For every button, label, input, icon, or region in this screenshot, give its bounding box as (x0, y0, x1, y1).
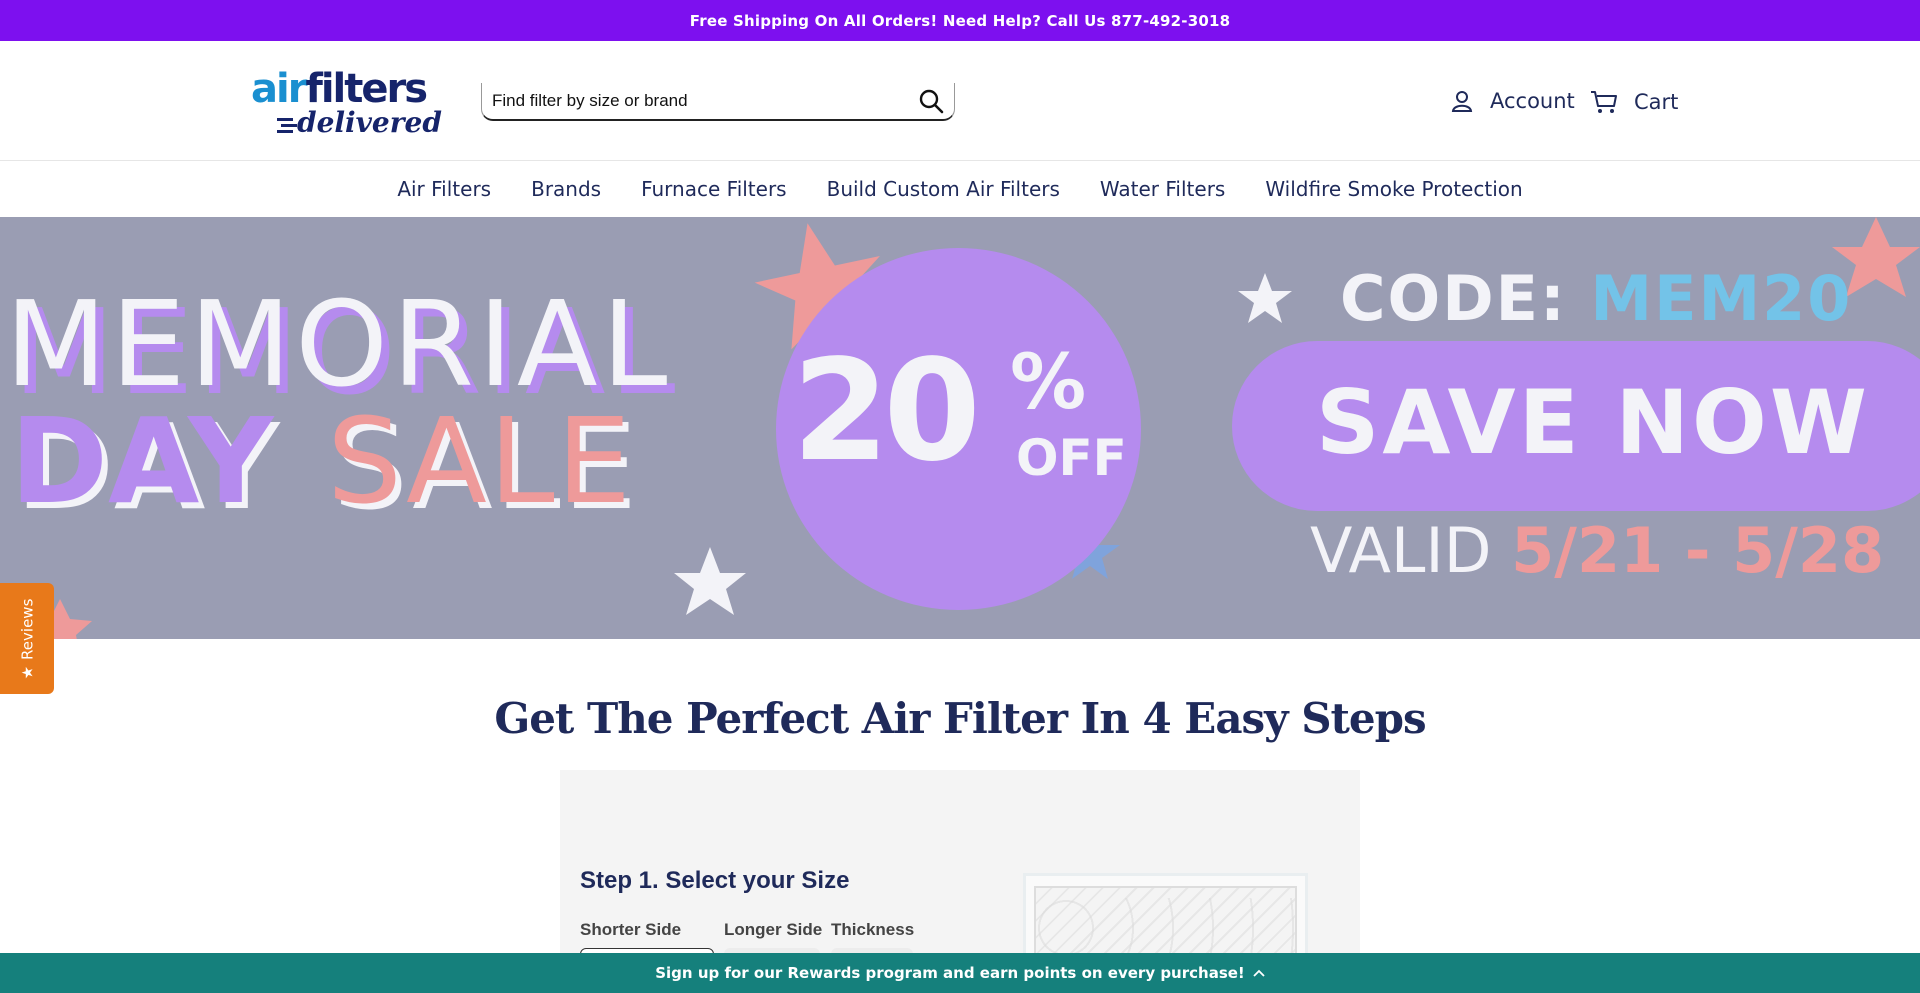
nav-item-wildfire-smoke[interactable]: Wildfire Smoke Protection (1265, 177, 1522, 201)
search-bar (481, 83, 955, 121)
account-link[interactable]: Account (1450, 89, 1575, 113)
star-icon (674, 547, 746, 615)
save-now-label: SAVE NOW (1316, 371, 1870, 474)
valid-range: 5/21 - 5/28 (1511, 514, 1885, 587)
nav-item-water-filters[interactable]: Water Filters (1100, 177, 1225, 201)
account-label: Account (1490, 89, 1575, 113)
rewards-text: Sign up for our Rewards program and earn… (655, 964, 1245, 982)
search-icon[interactable] (918, 88, 944, 114)
hero-banner[interactable]: MEMORIAL DAY SALE 20 % OFF CODE: MEM20 S… (0, 217, 1920, 639)
star-icon: ★ (18, 665, 37, 679)
promo-code: CODE: MEM20 (1340, 262, 1852, 335)
site-header: airfilters delivered Account Cart (0, 41, 1920, 161)
cart-icon (1591, 91, 1617, 113)
logo-text-delivered: delivered (297, 106, 442, 139)
nav-item-furnace-filters[interactable]: Furnace Filters (641, 177, 787, 201)
off-text: OFF (1016, 429, 1127, 487)
hero-day-text: DAY (10, 392, 274, 530)
thickness-label: Thickness (831, 920, 915, 939)
step1-title: Step 1. Select your Size (580, 867, 850, 894)
announcement-text: Free Shipping On All Orders! Need Help? … (689, 11, 1231, 30)
code-label: CODE: (1340, 262, 1567, 335)
longer-side-label: Longer Side (724, 920, 823, 939)
nav-item-brands[interactable]: Brands (531, 177, 601, 201)
chevron-up-icon (1253, 969, 1265, 977)
speed-lines-icon (277, 118, 293, 121)
percent-sign: % (1010, 337, 1087, 426)
finder-title: Get The Perfect Air Filter In 4 Easy Ste… (494, 694, 1426, 743)
reviews-tab[interactable]: ★ Reviews (0, 583, 54, 694)
hero-sale-text: SALE (327, 392, 634, 530)
main-nav: Air Filters Brands Furnace Filters Build… (0, 161, 1920, 216)
reviews-label: Reviews (18, 598, 37, 660)
cart-link[interactable]: Cart (1590, 89, 1678, 115)
save-now-button[interactable]: SAVE NOW (1232, 341, 1920, 511)
star-icon (1238, 273, 1292, 323)
cart-label: Cart (1634, 90, 1679, 114)
valid-label: VALID (1310, 514, 1492, 587)
rewards-bar[interactable]: Sign up for our Rewards program and earn… (0, 953, 1920, 993)
discount-number: 20 (792, 330, 981, 493)
user-icon (1451, 91, 1473, 112)
code-value: MEM20 (1590, 262, 1853, 335)
search-input[interactable] (492, 91, 918, 111)
nav-item-air-filters[interactable]: Air Filters (397, 177, 491, 201)
shorter-side-label: Shorter Side (580, 920, 682, 939)
announcement-bar: Free Shipping On All Orders! Need Help? … (0, 0, 1920, 41)
valid-dates: VALID 5/21 - 5/28 (1310, 514, 1884, 587)
nav-item-build-custom[interactable]: Build Custom Air Filters (827, 177, 1060, 201)
site-logo[interactable]: airfilters delivered (251, 68, 451, 148)
